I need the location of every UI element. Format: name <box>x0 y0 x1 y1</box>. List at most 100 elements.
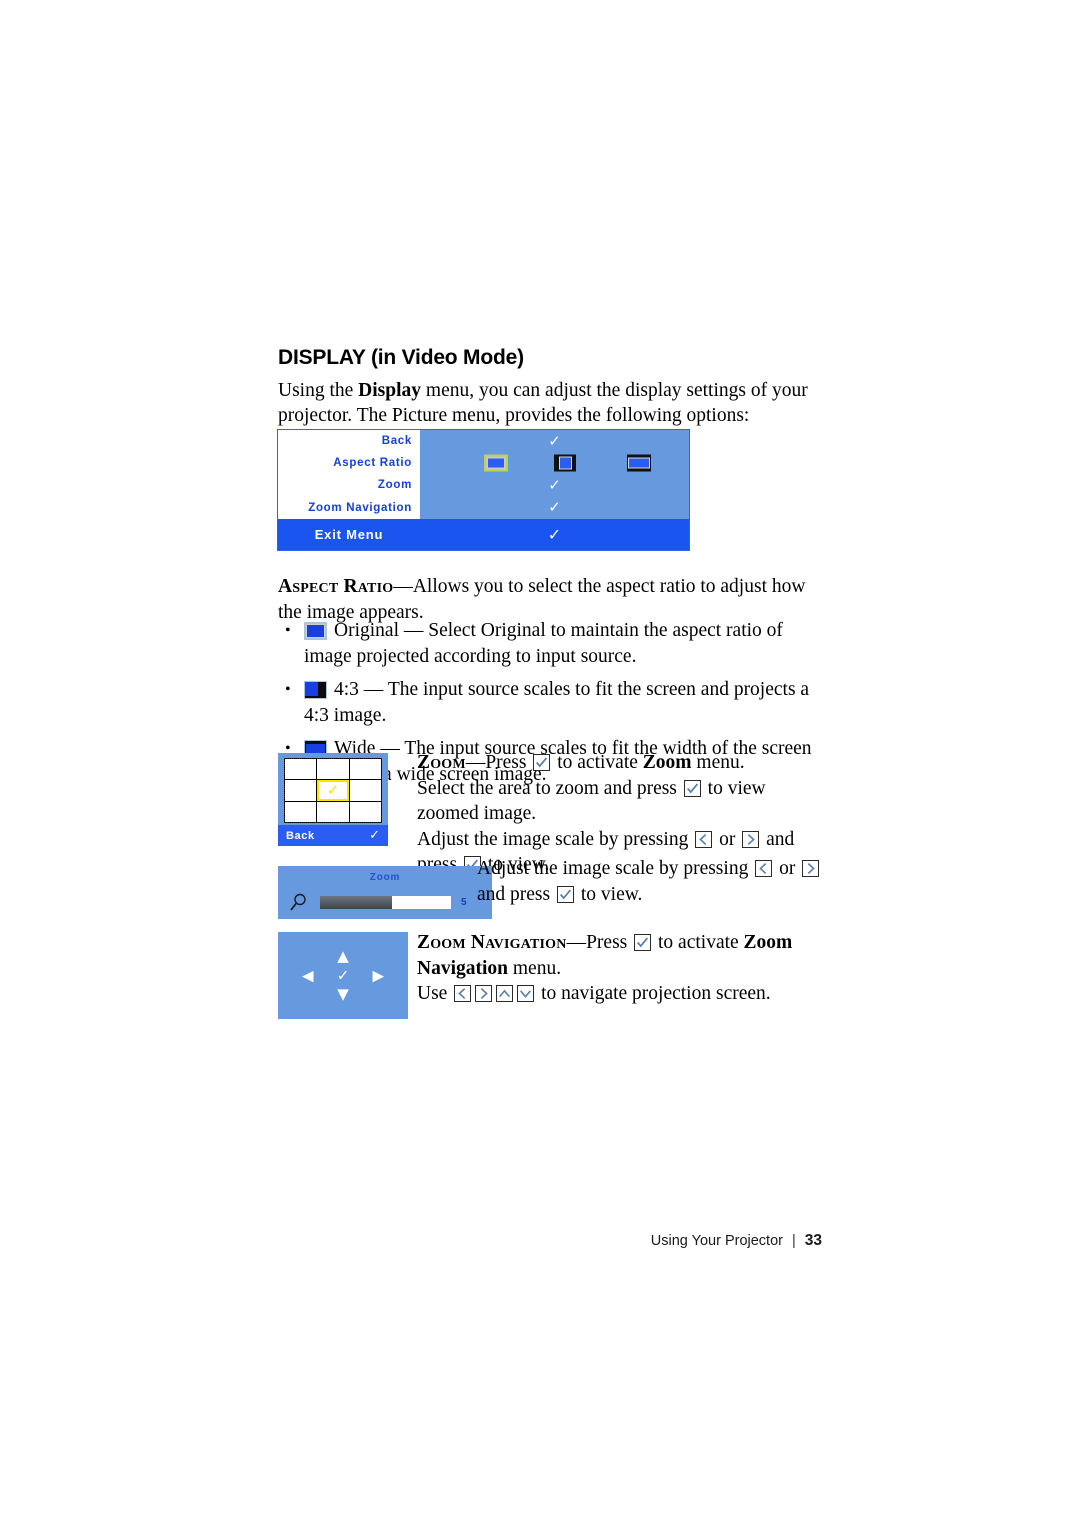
arrow-right-key-icon <box>742 830 760 848</box>
arrow-up-key-icon <box>496 985 514 1002</box>
check-icon: ✓ <box>548 475 561 494</box>
em-dash: — <box>465 752 486 773</box>
list-item: • 4:3 — The input source scales to fit t… <box>282 677 827 728</box>
zoom-slider-value: 5 <box>461 897 467 908</box>
bullet-text-43: 4:3 — The input source scales to fit the… <box>304 679 810 726</box>
arrow-left-key-icon <box>695 830 713 848</box>
footer-separator: | <box>791 1233 796 1249</box>
osd-label-aspect-ratio: Aspect Ratio <box>278 452 420 475</box>
zoom-term: Zoom <box>417 752 466 773</box>
intro-bold-term: Display <box>358 380 422 401</box>
nav-line2-a: Use <box>417 983 453 1004</box>
aspect-43-icon <box>304 681 327 699</box>
zoom-navigation-panel: ▲ ◀ ✓ ▶ ▼ <box>278 932 408 1019</box>
arrow-down-icon[interactable]: ▼ <box>337 987 349 1002</box>
page-title: DISPLAY (in Video Mode) <box>278 346 524 369</box>
zoom-grid-cell[interactable] <box>285 759 317 780</box>
aspect-original-icon <box>304 622 327 640</box>
osd-menu-rows: Back ✓ Aspect Ratio Zoom ✓ Zoom Navigati… <box>278 430 689 519</box>
zoom-line3-a: Adjust the image scale by pressing <box>417 828 694 850</box>
osd-value-back: ✓ <box>420 430 689 452</box>
bullet-dot: • <box>285 681 291 698</box>
osd-aspect-original-icon[interactable] <box>484 454 508 472</box>
intro-paragraph: Using the Display menu, you can adjust t… <box>278 378 838 428</box>
nav-line1-a: Press <box>586 932 633 953</box>
osd-row-aspect-ratio[interactable]: Aspect Ratio <box>278 452 689 475</box>
osd-exit-menu-row[interactable]: Exit Menu ✓ <box>278 519 689 550</box>
arrow-down-key-icon <box>517 985 535 1002</box>
osd-aspect-wide-icon[interactable] <box>627 454 651 472</box>
zoom-slider-track[interactable] <box>320 896 451 909</box>
enter-key-icon <box>634 934 652 951</box>
arrow-right-key-icon <box>802 860 820 877</box>
zoom-line2-a: Select the area to zoom and press <box>417 777 682 799</box>
osd-row-zoom[interactable]: Zoom ✓ <box>278 474 689 497</box>
footer-title: Using Your Projector <box>650 1233 783 1249</box>
check-icon: ✓ <box>548 431 561 450</box>
zoom-grid-panel: ✓ Back ✓ <box>278 753 388 846</box>
zoom-grid-cell[interactable] <box>285 801 317 822</box>
zoom-line1-b: to activate <box>552 752 643 773</box>
bullet-text-original: Original — Select Original to maintain t… <box>304 620 783 667</box>
zoom-grid-cell[interactable] <box>285 780 317 801</box>
arrow-left-key-icon <box>755 860 773 877</box>
osd-value-zoom-navigation: ✓ <box>420 497 689 519</box>
osd-value-zoom: ✓ <box>420 474 689 496</box>
check-icon: ✓ <box>548 498 561 517</box>
page-number: 33 <box>804 1232 822 1249</box>
list-item: • Original — Select Original to maintain… <box>282 618 827 669</box>
zoom-navigation-term: Zoom Navigation <box>417 932 567 953</box>
zoom-grid-back-bar[interactable]: Back ✓ <box>278 825 388 846</box>
em-dash: — <box>393 576 413 597</box>
nav-line2-b: to navigate projection screen. <box>536 983 771 1004</box>
zoom-grid-cell[interactable] <box>349 801 381 822</box>
zoom-line1-bold: Zoom <box>642 752 692 773</box>
intro-text-start: Using the <box>278 380 359 401</box>
zoom-grid-cells: ✓ <box>284 758 382 823</box>
osd-exit-menu-label: Exit Menu <box>314 527 384 542</box>
arrow-left-icon[interactable]: ◀ <box>302 968 314 983</box>
arrow-right-key-icon <box>475 985 493 1002</box>
slider-line-a: Adjust the image scale by pressing <box>477 858 754 879</box>
zoom-line1-c: menu. <box>691 752 745 773</box>
zoom-slider-title: Zoom <box>369 872 401 883</box>
enter-key-icon <box>556 885 574 903</box>
manual-page: DISPLAY (in Video Mode) Using the Displa… <box>0 0 1080 1528</box>
zoom-grid-cell[interactable] <box>317 801 349 822</box>
osd-display-menu: Back ✓ Aspect Ratio Zoom ✓ Zoom Navigati… <box>277 429 690 551</box>
zoom-grid-back-label: Back <box>286 829 315 842</box>
zoom-line3-or: or <box>714 828 741 850</box>
arrow-left-key-icon <box>454 985 472 1002</box>
zoom-grid-cell[interactable] <box>349 780 381 801</box>
osd-aspect-43-icon[interactable] <box>554 454 576 472</box>
check-icon: ✓ <box>369 828 380 843</box>
zoom-slider-fill <box>320 896 393 909</box>
bullet-dot: • <box>285 622 291 639</box>
nav-line1-b: to activate <box>653 932 744 953</box>
aspect-ratio-term: Aspect Ratio <box>278 576 394 597</box>
em-dash: — <box>566 932 587 953</box>
zoom-grid-cell[interactable] <box>317 759 349 780</box>
enter-key-icon <box>533 754 551 771</box>
zoom-line1-a: Press <box>485 752 532 773</box>
osd-aspect-ratio-options <box>420 452 689 474</box>
slider-line-or: or <box>774 858 801 879</box>
zoom-grid-cell[interactable] <box>349 759 381 780</box>
arrow-right-icon[interactable]: ▶ <box>372 968 384 983</box>
check-icon: ✓ <box>547 525 562 544</box>
zoom-slider-panel: Zoom 5 <box>278 866 492 919</box>
osd-label-zoom: Zoom <box>278 474 420 497</box>
osd-row-zoom-navigation[interactable]: Zoom Navigation ✓ <box>278 496 689 519</box>
zoom-navigation-description: Zoom Navigation—Press to activate Zoom N… <box>417 930 825 1007</box>
slider-line-b: and press <box>477 883 555 905</box>
enter-key-icon <box>683 779 701 797</box>
arrow-up-icon[interactable]: ▲ <box>337 949 349 964</box>
check-icon: ✓ <box>326 780 340 799</box>
magnifier-icon <box>289 892 309 912</box>
nav-line1-c: menu. <box>508 957 562 979</box>
check-icon[interactable]: ✓ <box>337 968 350 983</box>
osd-label-zoom-navigation: Zoom Navigation <box>278 496 420 519</box>
zoom-grid-cell-selected[interactable]: ✓ <box>317 780 349 801</box>
osd-row-back[interactable]: Back ✓ <box>278 430 689 453</box>
slider-line-c: to view. <box>575 883 643 905</box>
